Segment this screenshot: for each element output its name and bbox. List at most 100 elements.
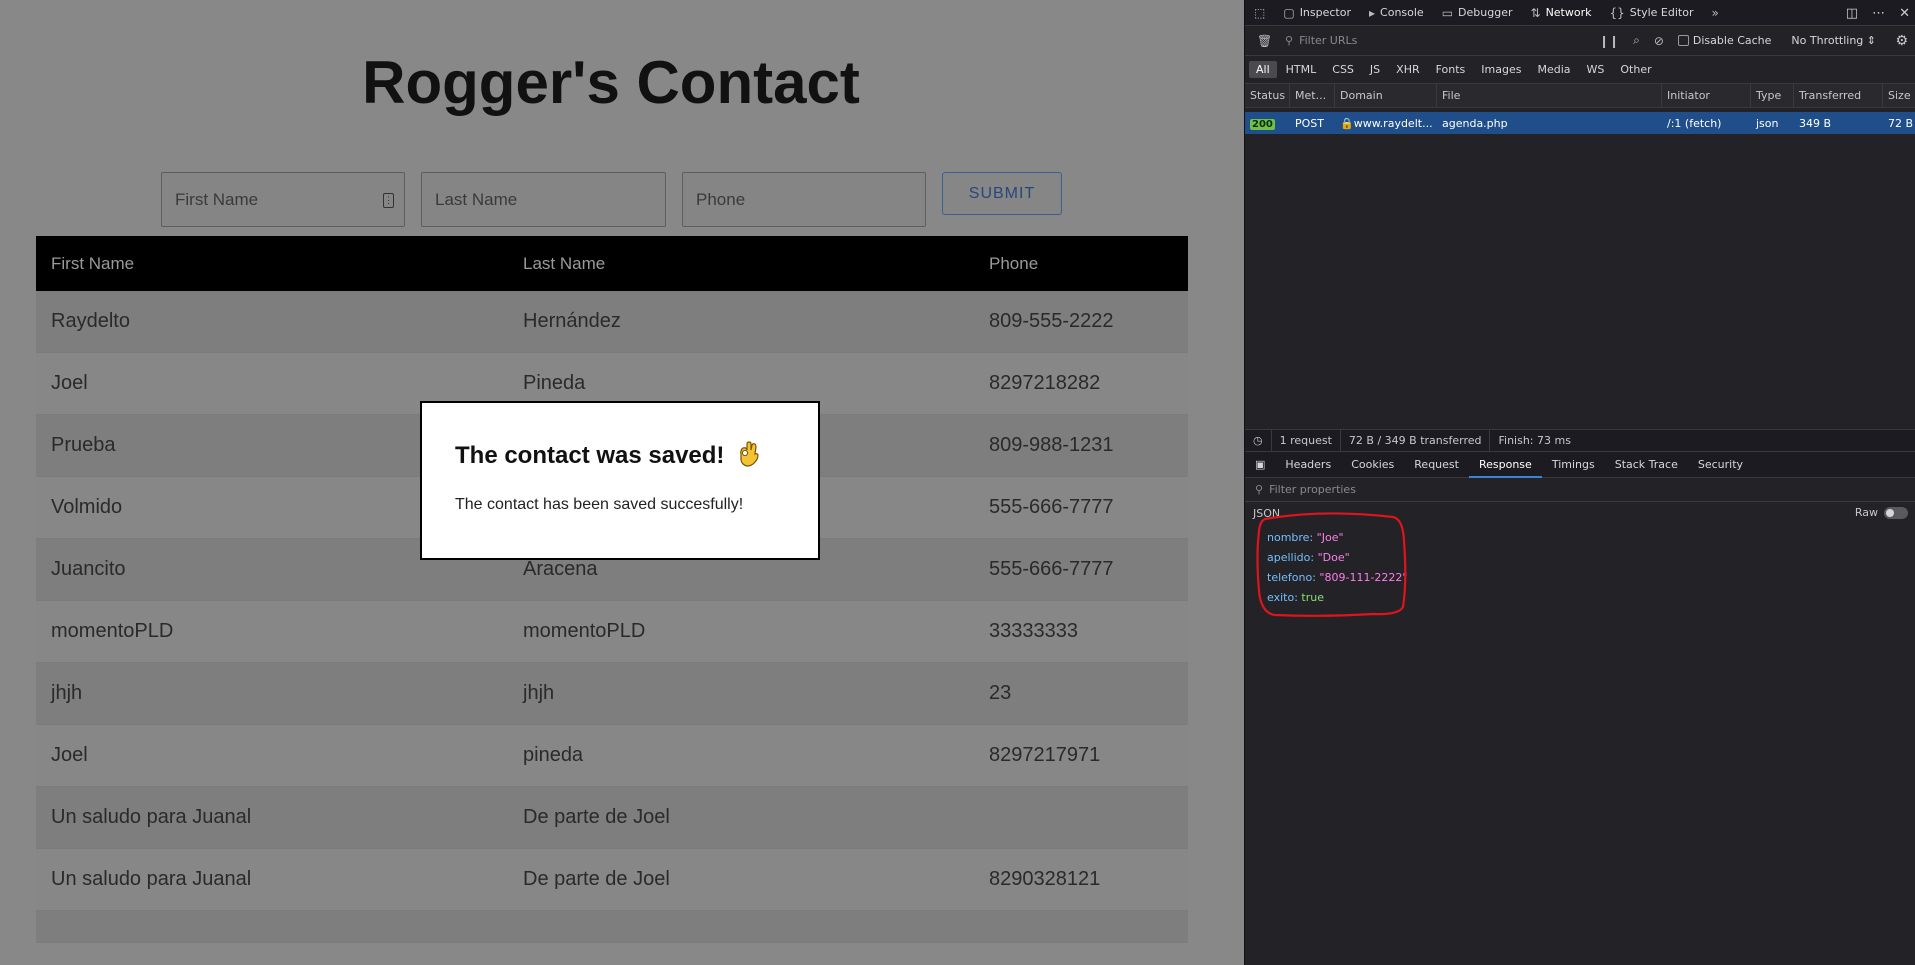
tab-response[interactable]: Response <box>1468 452 1542 478</box>
web-page: Rogger's Contact First Name ⋮ Last Name … <box>0 0 1244 965</box>
cell-last-name: jhjh <box>523 682 555 704</box>
type-filter-fonts[interactable]: Fonts <box>1429 61 1473 78</box>
disable-cache-checkbox[interactable]: Disable Cache <box>1677 34 1771 47</box>
type-filter-css[interactable]: CSS <box>1325 61 1361 78</box>
page-title: Rogger's Contact <box>362 49 860 116</box>
cell-phone: 8297217971 <box>989 744 1101 766</box>
cell-last-name: De parte de Joel <box>523 806 670 828</box>
block-icon[interactable]: ⊘ <box>1654 34 1664 48</box>
cell-phone: 23 <box>989 682 1012 704</box>
request-row[interactable]: 200 POST 🔒www.raydelt... agenda.php /:1 … <box>1245 112 1915 134</box>
type-filter-all[interactable]: All <box>1249 61 1277 78</box>
column-domain[interactable]: Domain <box>1335 83 1437 108</box>
cell-phone: 33333333 <box>989 620 1078 642</box>
filter-urls-input[interactable]: ⚲ Filter URLs <box>1285 34 1585 47</box>
tab-timings[interactable]: Timings <box>1542 452 1605 478</box>
type-filter-ws[interactable]: WS <box>1580 61 1612 78</box>
phone-input[interactable]: Phone <box>682 172 926 227</box>
raw-toggle[interactable]: Raw <box>1855 506 1908 519</box>
json-property[interactable]: exito: true <box>1267 588 1407 608</box>
tab-style-editor[interactable]: {} Style Editor <box>1601 0 1703 26</box>
gear-icon[interactable]: ⚙ <box>1895 33 1908 49</box>
type-filter-other[interactable]: Other <box>1613 61 1658 78</box>
cell-phone: 8290328121 <box>989 868 1101 890</box>
column-method[interactable]: Met... <box>1290 83 1335 108</box>
cell-first-name: Un saludo para Juanal <box>51 806 252 828</box>
type-filter-js[interactable]: JS <box>1363 61 1387 78</box>
filter-icon: ⚲ <box>1285 34 1294 47</box>
filter-properties-input[interactable]: ⚲ Filter properties <box>1245 478 1915 502</box>
tab-debugger[interactable]: ▭ Debugger <box>1433 0 1522 26</box>
column-transferred[interactable]: Transferred <box>1794 83 1883 108</box>
checkbox-box <box>1677 35 1689 46</box>
more-options-icon[interactable]: ⋯ <box>1872 6 1885 21</box>
raw-label: Raw <box>1854 506 1878 519</box>
tab-headers[interactable]: Headers <box>1275 452 1341 478</box>
json-value: true <box>1301 591 1324 604</box>
tab-security[interactable]: Security <box>1688 452 1753 478</box>
element-picker-button[interactable]: ⬚ <box>1245 0 1274 26</box>
console-icon: ▸ <box>1369 5 1376 20</box>
type-filter-xhr[interactable]: XHR <box>1389 61 1426 78</box>
lock-icon: 🔒 <box>1340 116 1354 130</box>
column-file[interactable]: File <box>1437 83 1662 108</box>
column-size[interactable]: Size <box>1883 84 1915 108</box>
column-status[interactable]: Status <box>1245 83 1290 108</box>
filter-urls-placeholder: Filter URLs <box>1299 34 1358 47</box>
type-filter-media[interactable]: Media <box>1530 61 1577 78</box>
cell-first-name: momentoPLD <box>51 620 174 642</box>
modal-title-text: The contact was saved! <box>455 442 725 469</box>
more-tabs-button[interactable]: » <box>1702 0 1727 26</box>
table-row-empty <box>36 911 1188 943</box>
search-icon[interactable]: ⌕ <box>1633 33 1640 48</box>
tab-request[interactable]: Request <box>1404 452 1469 478</box>
dock-side-icon[interactable]: ◫ <box>1846 6 1858 21</box>
pause-icon[interactable]: ❙❙ <box>1599 34 1619 48</box>
first-name-input[interactable]: First Name ⋮ <box>161 172 405 227</box>
close-icon[interactable]: ✕ <box>1899 6 1910 21</box>
raw-switch[interactable] <box>1884 506 1908 519</box>
inspector-icon: ▢ <box>1283 5 1295 20</box>
table-row: jhjh jhjh 23 <box>36 663 1188 725</box>
request-size: 72 B <box>1888 116 1914 130</box>
phone-placeholder: Phone <box>696 189 746 209</box>
timer-icon[interactable]: ◷ <box>1245 429 1272 452</box>
throttling-select[interactable]: No Throttling ⇕ <box>1791 34 1876 47</box>
devtools-toolbar: ⬚ ▢ Inspector ▸ Console ▭ Debugger ⇅ Network… <box>1245 0 1915 26</box>
submit-button[interactable]: SUBMIT <box>942 172 1062 215</box>
type-filter-images[interactable]: Images <box>1474 61 1528 78</box>
last-name-placeholder: Last Name <box>435 189 518 209</box>
request-table-header: Status Met... Domain File Initiator Type… <box>1245 83 1915 108</box>
table-header: First Name Last Name Phone <box>36 236 1188 291</box>
modal-title: The contact was saved! <box>455 441 785 470</box>
cell-phone: 555-666-7777 <box>989 558 1114 580</box>
ok-hand-emoji-icon <box>740 441 759 467</box>
json-key: nombre <box>1267 531 1310 544</box>
chevron-double-right-icon: » <box>1711 5 1719 20</box>
summary-finish: Finish: 73 ms <box>1498 434 1571 447</box>
debugger-icon: ▭ <box>1441 5 1454 20</box>
type-filter-html[interactable]: HTML <box>1279 61 1324 78</box>
tab-console[interactable]: ▸ Console <box>1360 0 1433 26</box>
column-initiator[interactable]: Initiator <box>1662 83 1751 108</box>
autofill-key-icon[interactable]: ⋮ <box>383 193 394 208</box>
json-property[interactable]: nombre: "Joe" <box>1267 528 1407 548</box>
cell-phone: 809-988-1231 <box>989 434 1114 456</box>
tab-network-label: Network <box>1545 6 1592 19</box>
column-type[interactable]: Type <box>1751 83 1794 108</box>
json-property[interactable]: apellido: "Doe" <box>1267 548 1407 568</box>
tab-style-editor-label: Style Editor <box>1629 6 1694 19</box>
saved-modal[interactable]: The contact was saved! The contact has b… <box>420 401 820 560</box>
tab-network[interactable]: ⇅ Network <box>1522 0 1601 26</box>
last-name-input[interactable]: Last Name <box>421 172 666 227</box>
tab-inspector-label: Inspector <box>1299 6 1351 19</box>
response-json-tree: nombre: "Joe" apellido: "Doe" telefono: … <box>1267 528 1407 608</box>
tab-stack-trace[interactable]: Stack Trace <box>1605 452 1688 478</box>
tab-inspector[interactable]: ▢ Inspector <box>1274 0 1360 26</box>
cell-phone: 809-555-2222 <box>989 310 1114 332</box>
json-property[interactable]: telefono: "809-111-2222" <box>1267 568 1407 588</box>
toggle-sidebar-icon[interactable]: ▣ <box>1245 452 1275 478</box>
request-detail-tabs: ▣ Headers Cookies Request Response Timin… <box>1245 452 1915 478</box>
trash-icon[interactable]: 🗑 <box>1257 34 1272 48</box>
tab-cookies[interactable]: Cookies <box>1341 452 1404 478</box>
